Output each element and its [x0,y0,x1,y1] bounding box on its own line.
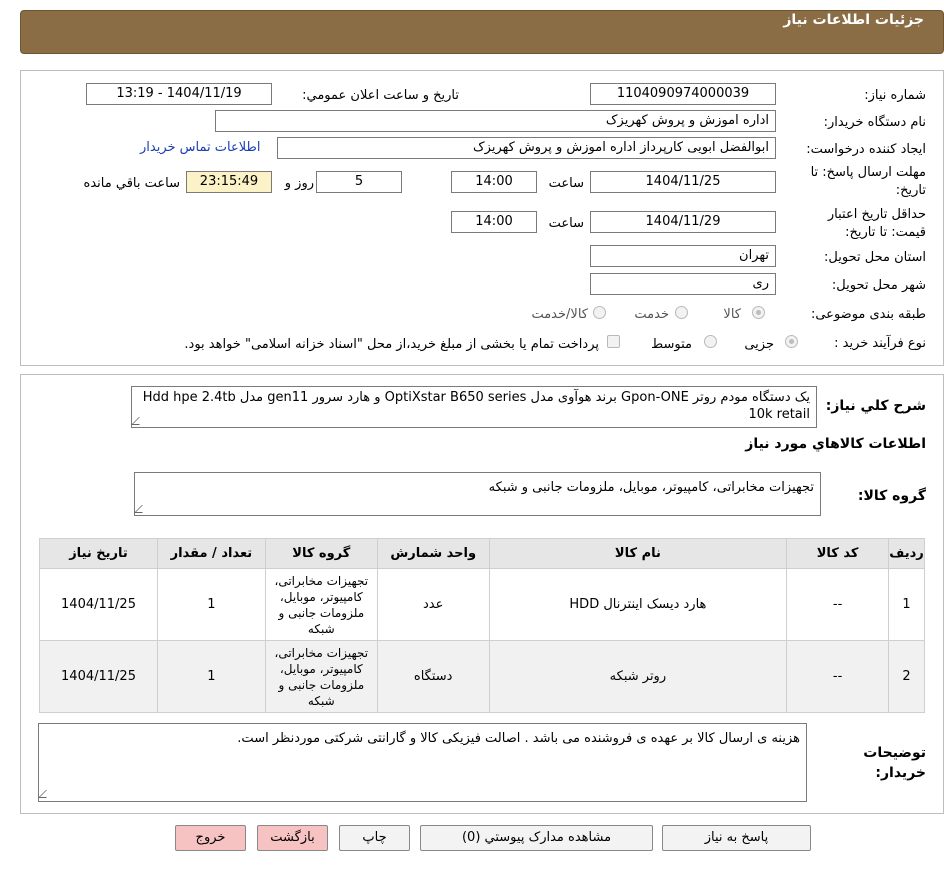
summary-textarea: یک دستگاه مودم روتر Gpon-ONE برند هوآوی … [131,386,817,428]
cell-group: تجهیزات مخابراتی، کامپیوتر، موبایل، ملزو… [264,640,378,713]
treasury-note: پرداخت تمام يا بخشی از مبلغ خريد،از محل … [184,337,599,352]
validity-time-label: ساعت [548,216,584,231]
goods-group-label: گروه کالا: [857,488,926,504]
process-label: نوع فرآيند خريد : [834,336,926,351]
category-radio-goods-service[interactable] [593,306,606,319]
col-unit: واحد شمارش [376,538,490,569]
province-field: تهران [590,245,776,267]
creator-field: ابوالفضل ابویی کارپرداز اداره اموزش و پر… [277,137,776,159]
buyer-contact-link[interactable]: اطلاعات تماس خريدار [140,140,260,155]
need-number-label: شماره نیاز: [864,88,926,103]
cell-row: 2 [888,640,925,713]
cell-qty: 1 [157,640,266,713]
city-field: ری [590,273,776,295]
col-name: نام کالا [488,538,788,569]
validity-date-field: 1404/11/29 [590,211,776,233]
province-label: استان محل تحويل: [824,250,926,265]
buyer-org-label: نام دستگاه خريدار: [823,115,926,130]
need-number-field: 1104090974000039 [590,83,776,105]
respond-button[interactable]: پاسخ به نياز [662,825,811,851]
validity-time-field: 14:00 [451,211,537,233]
view-attachments-button[interactable]: مشاهده مدارک پيوستي (0) [420,825,653,851]
back-button[interactable]: بازگشت [257,825,328,851]
col-code: کد کالا [786,538,890,569]
buyer-notes-textarea: هزینه ی ارسال کالا بر عهده ی فروشنده می … [38,723,807,802]
cell-code: -- [786,640,890,713]
category-option-service: خدمت [634,307,669,322]
buyer-org-field: اداره اموزش و پروش کهریزک [215,110,776,132]
cell-code: -- [786,568,890,641]
remaining-time-field: 23:15:49 [186,171,272,193]
creator-label: ايجاد کننده درخواست: [806,142,926,157]
validity-label: حداقل تاريخ اعتبار [827,207,926,222]
category-option-goods-service: کالا/خدمت [531,307,588,322]
process-option-minor: جزیی [744,337,774,352]
exit-button[interactable]: خروج [175,825,246,851]
cell-qty: 1 [157,568,266,641]
items-table: رديف کد کالا نام کالا واحد شمارش گروه کا… [39,538,925,713]
announce-label: تاریخ و ساعت اعلان عمومي: [302,88,459,103]
cell-name: هارد دیسک اینترنال HDD [488,568,788,641]
process-radio-medium[interactable] [704,335,717,348]
deadline-time-field: 14:00 [451,171,537,193]
treasury-checkbox[interactable] [607,335,620,348]
buyer-notes-label-2: خريدار: [875,765,926,781]
remaining-label: ساعت باقي مانده [83,176,180,191]
city-label: شهر محل تحويل: [831,278,926,293]
summary-label: شرح کلي نياز: [825,398,926,414]
category-radio-goods[interactable] [752,306,765,319]
buyer-notes-label: توضيحات [863,745,926,761]
deadline-time-label: ساعت [548,176,584,191]
cell-row: 1 [888,568,925,641]
page-title: جزئیات اطلاعات نیاز [783,12,924,28]
table-row: 2 -- روتر شبکه دستگاه تجهیزات مخابراتی، … [39,640,925,713]
cell-name: روتر شبکه [488,640,788,713]
cell-date: 1404/11/25 [39,568,158,641]
col-date: تاريخ نياز [39,538,158,569]
process-option-medium: متوسط [651,337,692,352]
cell-group: تجهیزات مخابراتی، کامپیوتر، موبایل، ملزو… [264,568,378,641]
deadline-label-2: تاريخ: [895,183,926,198]
category-label: طبقه بندی موضوعی: [810,307,926,322]
announce-field: 1404/11/19 - 13:19 [86,83,272,105]
goods-section-title: اطلاعات کالاهاي مورد نياز [745,436,926,452]
col-qty: تعداد / مقدار [157,538,266,569]
deadline-label: مهلت ارسال پاسخ: تا [810,165,926,180]
process-radio-minor[interactable] [785,335,798,348]
validity-label-2: قيمت: تا تاريخ: [845,225,926,240]
cell-unit: عدد [376,568,490,641]
days-field: 5 [316,171,402,193]
deadline-date-field: 1404/11/25 [590,171,776,193]
table-row: 1 -- هارد دیسک اینترنال HDD عدد تجهیزات … [39,568,925,641]
cell-unit: دستگاه [376,640,490,713]
print-button[interactable]: چاپ [339,825,410,851]
col-row: رديف [888,538,925,569]
table-header-row: رديف کد کالا نام کالا واحد شمارش گروه کا… [39,538,925,569]
col-group: گروه کالا [264,538,378,569]
cell-date: 1404/11/25 [39,640,158,713]
category-option-goods: کالا [723,307,741,322]
category-radio-service[interactable] [675,306,688,319]
days-label: روز و [284,176,314,191]
goods-group-textarea: تجهیزات مخابراتی، کامپیوتر، موبایل، ملزو… [134,472,821,516]
